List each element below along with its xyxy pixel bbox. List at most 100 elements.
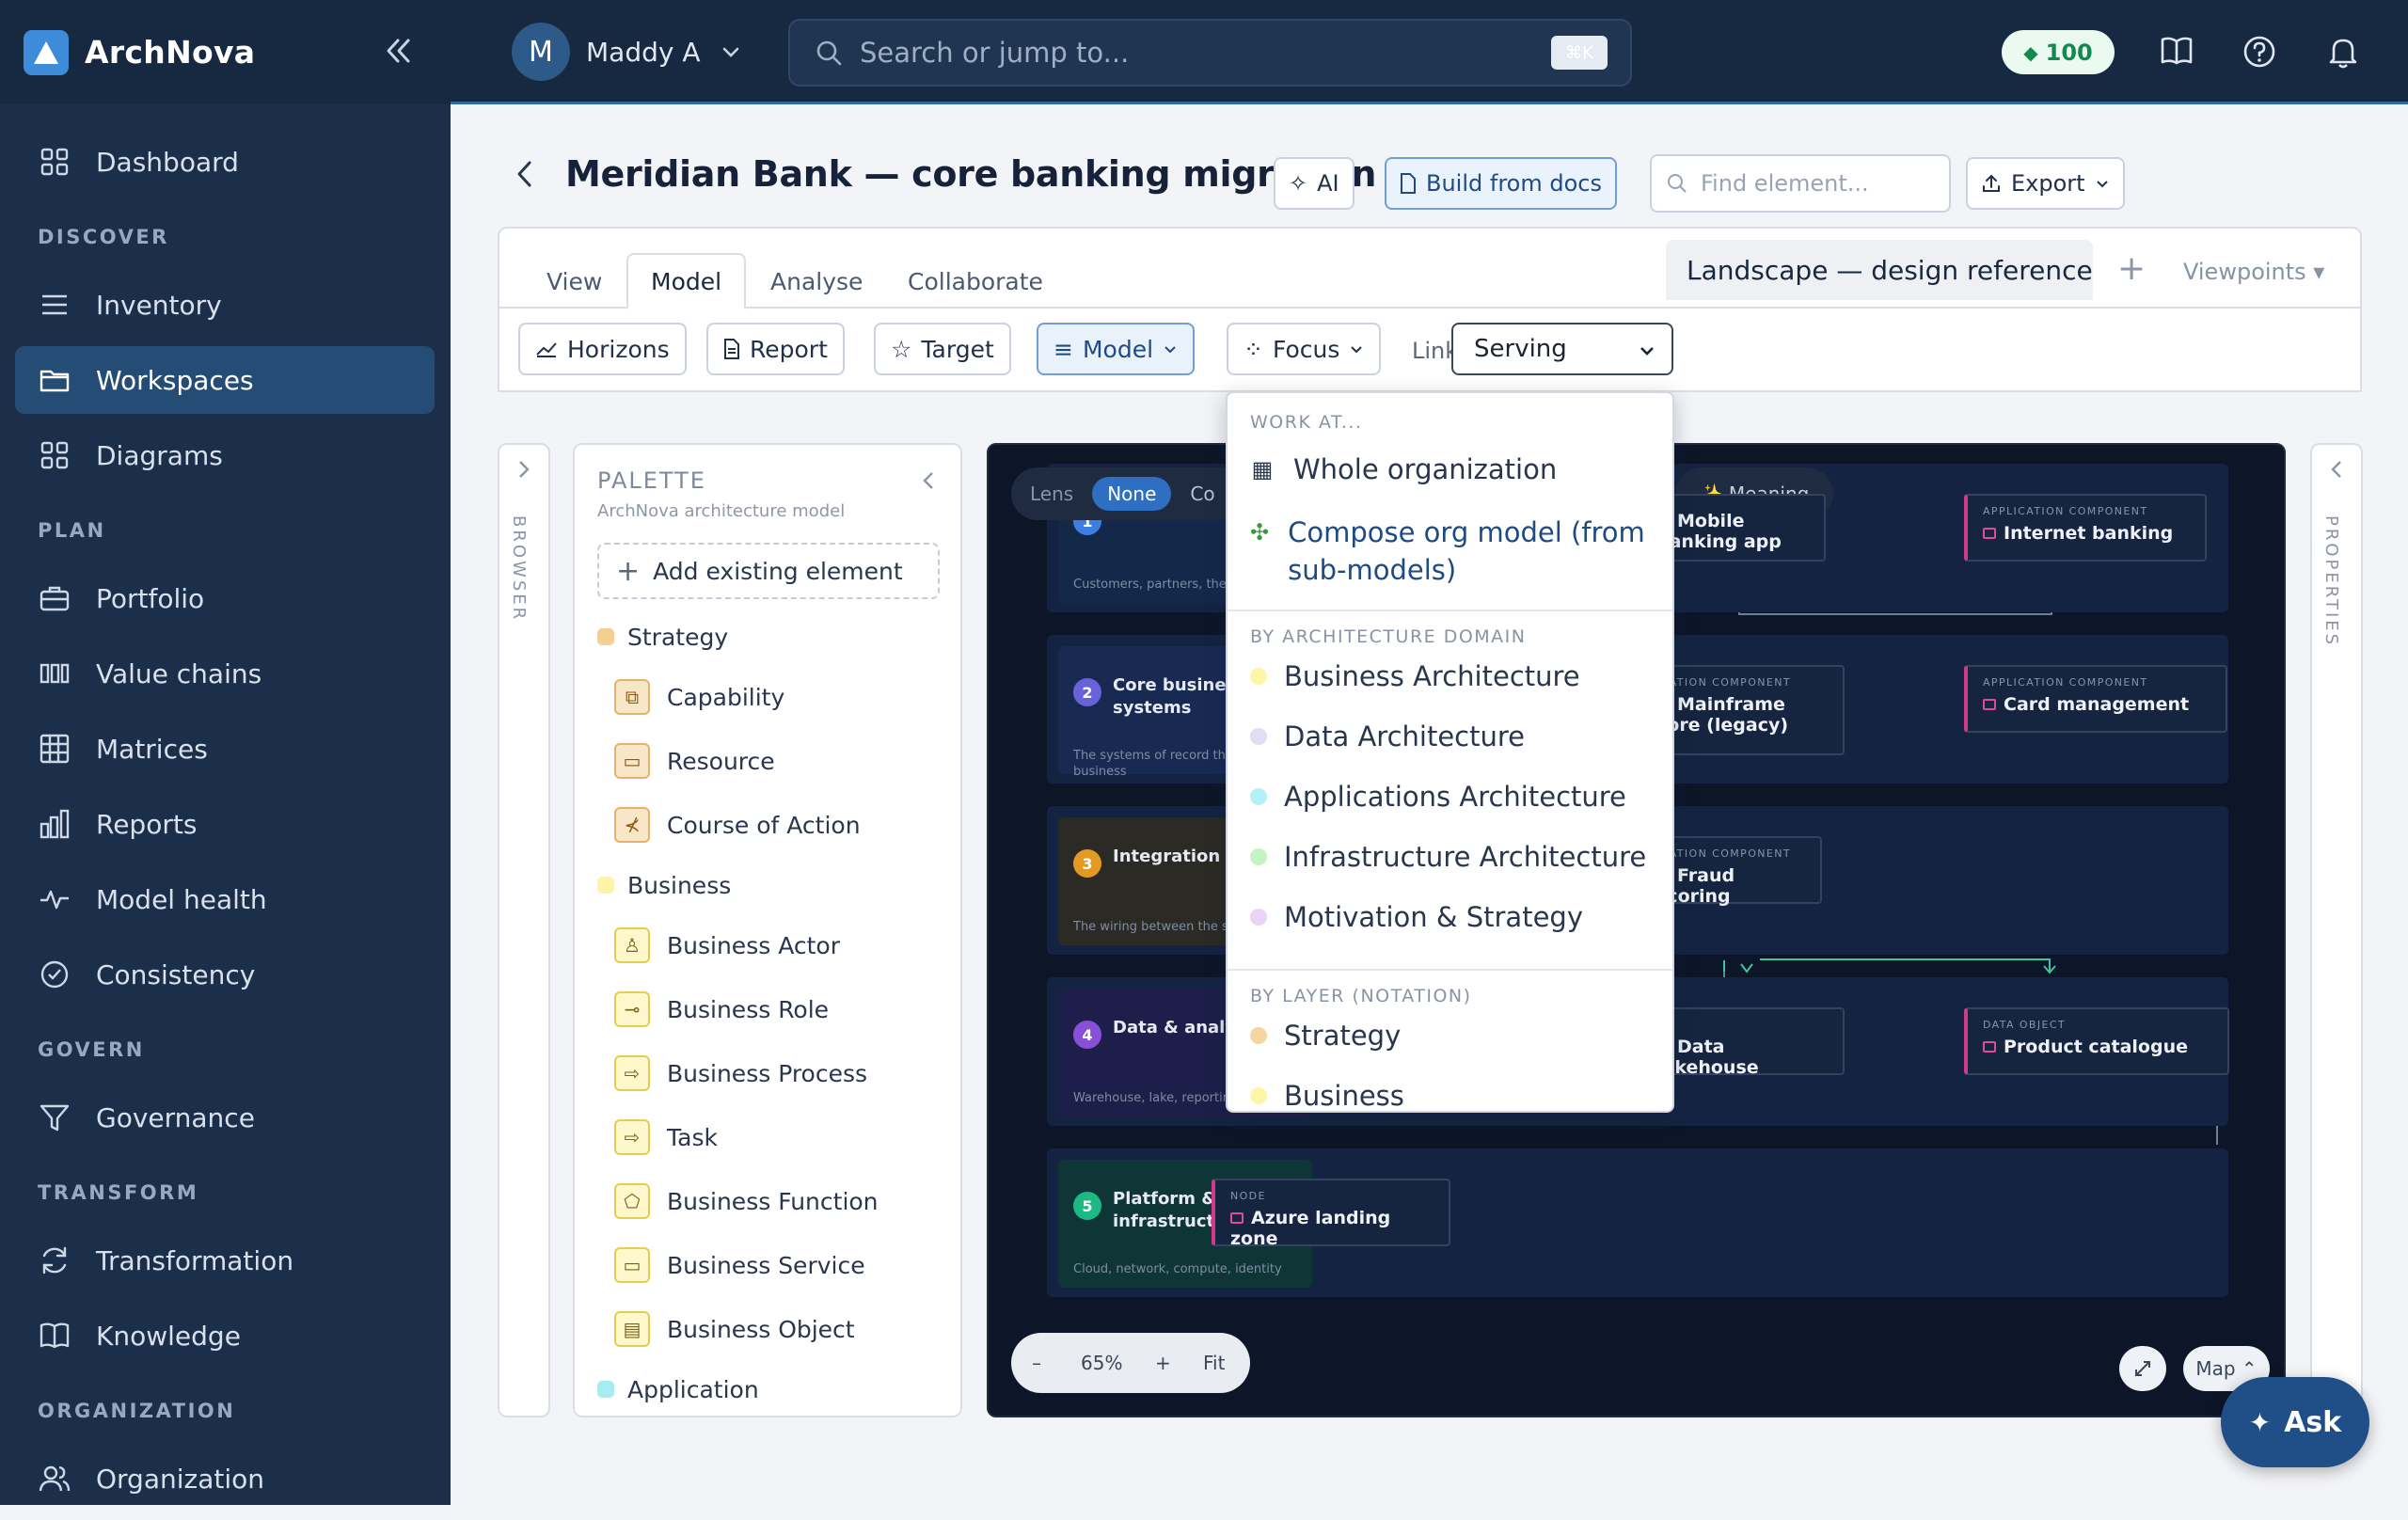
lens-co-option[interactable]: Co xyxy=(1190,483,1214,505)
export-button[interactable]: Export xyxy=(1966,157,2125,210)
add-existing-element-button[interactable]: + Add existing element xyxy=(597,543,940,599)
back-chevron-icon[interactable] xyxy=(509,158,541,190)
build-from-docs-button[interactable]: Build from docs xyxy=(1385,157,1617,210)
whole-organization-option[interactable]: ▦ Whole organization xyxy=(1250,453,1558,485)
find-element-input[interactable]: Find element... xyxy=(1650,154,1951,213)
lens-none-option[interactable]: None xyxy=(1092,477,1172,511)
sidebar-item-dashboard[interactable]: Dashboard xyxy=(15,128,435,196)
domain-option-motivation[interactable]: Motivation & Strategy xyxy=(1250,901,1583,933)
zoom-out-button[interactable]: – xyxy=(1032,1352,1041,1374)
diagram-node[interactable]: DATA OBJECT Product catalogue xyxy=(1964,1007,2229,1075)
compose-label: Compose org model (from sub-models) xyxy=(1288,516,1645,586)
palette-group-business[interactable]: Business xyxy=(597,857,945,913)
palette-group-strategy[interactable]: Strategy xyxy=(597,609,945,665)
diagram-node[interactable]: APPLICATION COMPONENT Internet banking xyxy=(1964,494,2207,562)
horizons-button[interactable]: Horizons xyxy=(518,323,687,375)
credits-badge[interactable]: ◆ 100 xyxy=(2002,30,2115,74)
book-icon[interactable] xyxy=(2159,34,2194,68)
palette-item-course-of-action[interactable]: ⊀ Course of Action xyxy=(597,793,945,857)
sidebar-item-knowledge[interactable]: Knowledge xyxy=(15,1302,435,1370)
view-tab-landscape[interactable]: Landscape — design reference xyxy=(1666,240,2093,300)
palette-item-label: Resource xyxy=(667,747,775,775)
palette-item-business-role[interactable]: ⊸ Business Role xyxy=(597,977,945,1041)
swimlane-number: 5 xyxy=(1073,1192,1101,1220)
palette-item-business-object[interactable]: ▤ Business Object xyxy=(597,1297,945,1361)
domain-option-data[interactable]: Data Architecture xyxy=(1250,720,1525,752)
focus-icon: ⁘ xyxy=(1244,335,1263,363)
palette-item-label: Business Actor xyxy=(667,931,840,959)
tab-view[interactable]: View xyxy=(524,253,625,309)
diagram-node[interactable]: APPLICATION COMPONENT Card management xyxy=(1964,665,2227,733)
ask-button[interactable]: ✦ Ask xyxy=(2221,1377,2369,1467)
layer-option-strategy[interactable]: Strategy xyxy=(1250,1020,1401,1052)
avatar[interactable]: M xyxy=(512,23,570,81)
domain-option-applications[interactable]: Applications Architecture xyxy=(1250,781,1626,813)
target-button[interactable]: ☆ Target xyxy=(874,323,1011,375)
funnel-icon xyxy=(38,1100,71,1134)
palette-item-business-actor[interactable]: ♙ Business Actor xyxy=(597,913,945,977)
palette-item-label: Business Role xyxy=(667,995,830,1023)
diagram-node[interactable]: NODE Azure landing zone xyxy=(1212,1179,1450,1249)
sidebar-item-reports[interactable]: Reports xyxy=(15,790,435,858)
palette-item-business-process[interactable]: ⇨ Business Process xyxy=(597,1041,945,1105)
palette-item-resource[interactable]: ▭ Resource xyxy=(597,729,945,793)
help-icon[interactable] xyxy=(2242,34,2277,70)
global-search[interactable]: Search or jump to... ⌘K xyxy=(788,19,1632,87)
domain-option-infrastructure[interactable]: Infrastructure Architecture xyxy=(1250,841,1646,873)
tab-analyse[interactable]: Analyse xyxy=(748,253,885,309)
expand-icon[interactable] xyxy=(2119,1346,2166,1391)
user-menu[interactable]: M Maddy A xyxy=(512,23,742,81)
focus-button[interactable]: ⁘ Focus xyxy=(1227,323,1382,375)
viewpoints-menu[interactable]: Viewpoints ▾ xyxy=(2183,259,2324,285)
document-icon xyxy=(1400,173,1417,194)
horizons-label: Horizons xyxy=(567,335,670,363)
sidebar-item-transformation[interactable]: Transformation xyxy=(15,1227,435,1294)
ai-button[interactable]: ✧ AI xyxy=(1274,157,1354,210)
chevron-left-icon[interactable] xyxy=(2325,458,2348,481)
sidebar-item-value-chains[interactable]: Value chains xyxy=(15,640,435,707)
add-view-icon[interactable]: + xyxy=(2117,249,2146,288)
report-button[interactable]: Report xyxy=(706,323,845,375)
layer-color-dot xyxy=(597,628,614,645)
palette-group-application[interactable]: Application xyxy=(597,1361,945,1416)
tab-model[interactable]: Model xyxy=(626,253,747,309)
tab-collaborate[interactable]: Collaborate xyxy=(885,253,1066,309)
chevron-down-icon[interactable] xyxy=(720,40,742,63)
upload-icon xyxy=(1981,173,2002,194)
chevron-down-icon xyxy=(2095,176,2110,191)
link-type-select[interactable]: Serving xyxy=(1451,323,1673,375)
browser-strip[interactable]: BROWSER xyxy=(498,443,550,1417)
focus-label: Focus xyxy=(1272,335,1340,363)
node-type: ICATION COMPONENT xyxy=(1656,676,1791,689)
collapse-sidebar-icon[interactable] xyxy=(383,35,413,67)
archnova-logo-icon[interactable] xyxy=(24,29,69,75)
sidebar-item-governance[interactable]: Governance xyxy=(15,1084,435,1151)
sidebar-item-consistency[interactable]: Consistency xyxy=(15,941,435,1008)
bell-icon[interactable] xyxy=(2326,34,2360,70)
properties-strip[interactable]: PROPERTIES xyxy=(2310,443,2363,1417)
zoom-in-button[interactable]: + xyxy=(1155,1352,1171,1374)
domain-option-business[interactable]: Business Architecture xyxy=(1250,660,1580,692)
fit-button[interactable]: Fit xyxy=(1203,1352,1225,1374)
sidebar-item-diagrams[interactable]: Diagrams xyxy=(15,421,435,489)
sidebar-item-workspaces[interactable]: Workspaces xyxy=(15,346,435,414)
chevron-right-icon[interactable] xyxy=(513,458,535,481)
palette-item-business-function[interactable]: ⬠ Business Function xyxy=(597,1169,945,1233)
list-icon xyxy=(38,288,71,322)
palette-item-task[interactable]: ⇨ Task xyxy=(597,1105,945,1169)
search-placeholder[interactable]: Search or jump to... xyxy=(860,37,1129,69)
sidebar-item-matrices[interactable]: Matrices xyxy=(15,715,435,783)
palette-item-capability[interactable]: ⧉ Capability xyxy=(597,665,945,729)
node-name-text: Mainframe core (legacy) xyxy=(1656,694,1789,736)
compose-org-model-option[interactable]: ✣ Compose org model (from sub-models) xyxy=(1250,514,1664,589)
sidebar-item-portfolio[interactable]: Portfolio xyxy=(15,564,435,632)
swimlane-number: 2 xyxy=(1073,678,1101,706)
user-name[interactable]: Maddy A xyxy=(586,37,701,68)
sidebar-item-inventory[interactable]: Inventory xyxy=(15,271,435,339)
model-scope-button[interactable]: ≡ Model xyxy=(1037,323,1196,375)
sidebar-item-model-health[interactable]: Model health xyxy=(15,865,435,933)
palette-item-business-service[interactable]: ▭ Business Service xyxy=(597,1233,945,1297)
chevron-left-icon[interactable] xyxy=(919,469,938,492)
layer-option-business[interactable]: Business xyxy=(1250,1080,1404,1111)
sidebar-item-organization[interactable]: Organization xyxy=(15,1445,435,1512)
